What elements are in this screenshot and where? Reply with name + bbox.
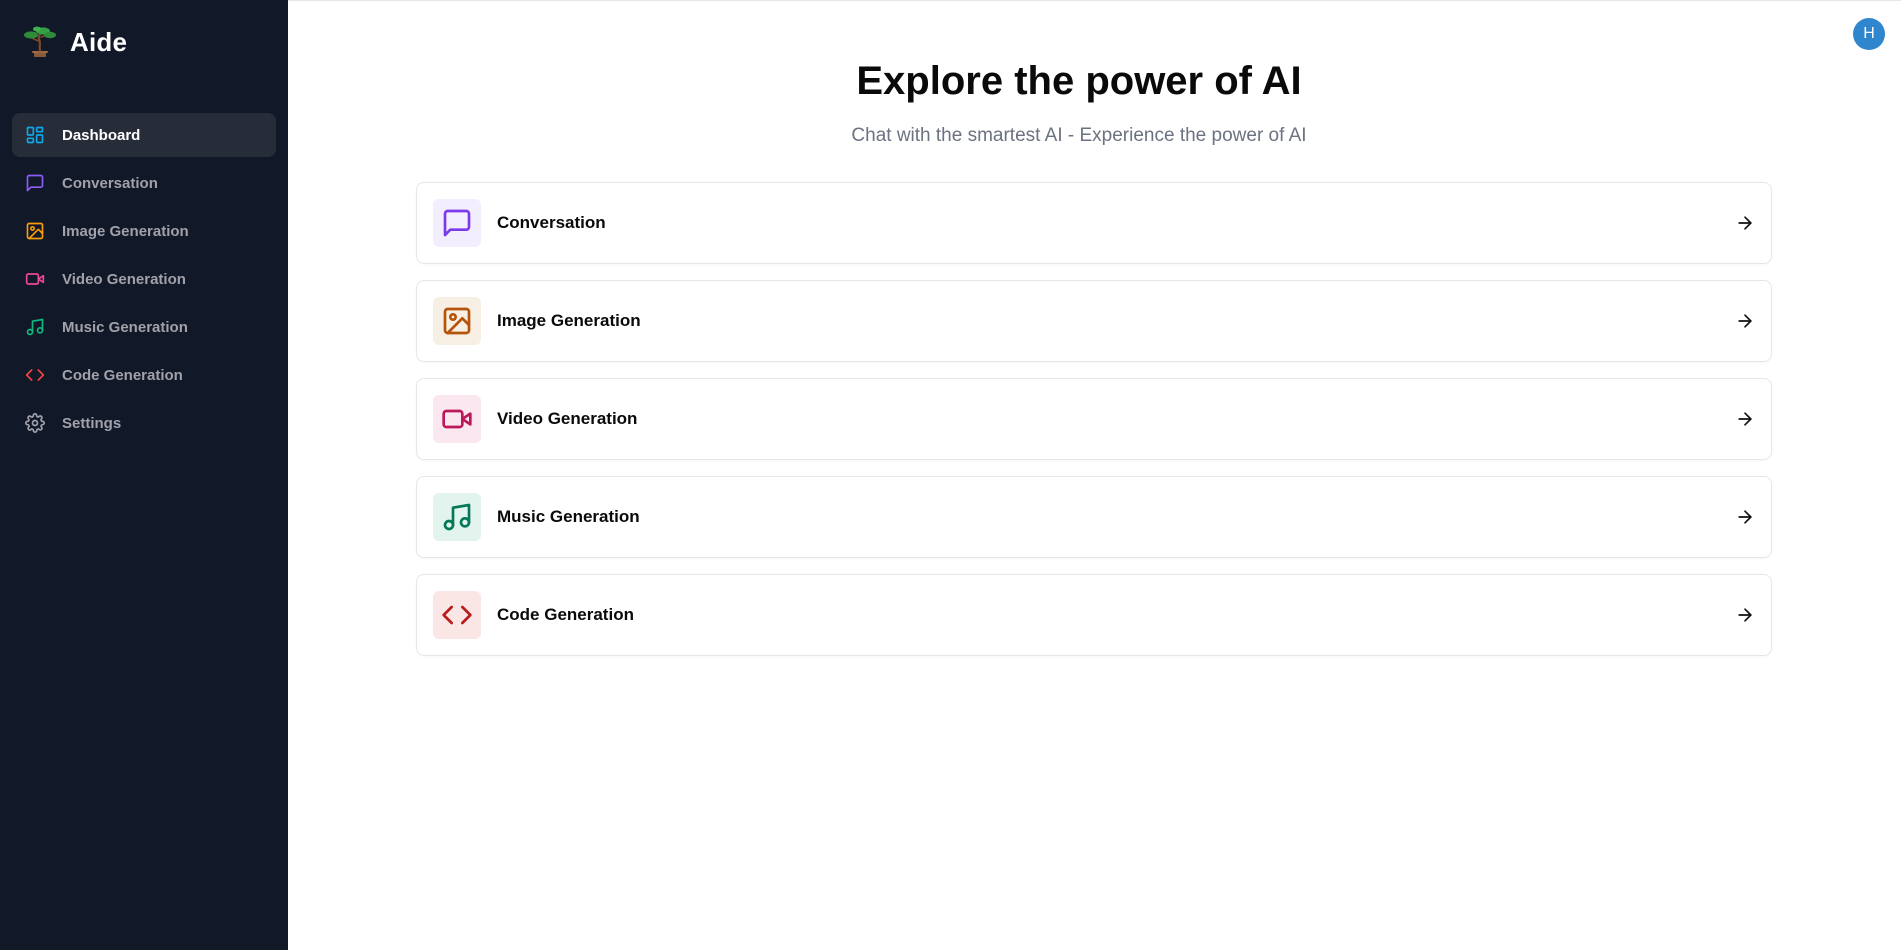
sidebar-item-image-generation[interactable]: Image Generation	[12, 209, 276, 253]
music-icon	[25, 317, 45, 337]
arrow-right-icon	[1735, 213, 1755, 233]
arrow-right-icon	[1735, 507, 1755, 527]
user-avatar[interactable]: H	[1853, 18, 1885, 50]
sidebar-item-label: Code Generation	[62, 366, 183, 384]
tool-card-label: Code Generation	[497, 605, 634, 624]
brand-name: Aide	[70, 26, 128, 57]
tool-card-image-generation[interactable]: Image Generation	[416, 280, 1772, 362]
tool-card-video-generation[interactable]: Video Generation	[416, 378, 1772, 460]
video-icon	[433, 395, 481, 443]
arrow-right-icon	[1735, 605, 1755, 625]
sidebar-item-label: Settings	[62, 414, 122, 432]
tool-card-label: Image Generation	[497, 311, 641, 330]
sidebar: Aide Dashboard Conversation Image Genera…	[0, 0, 288, 950]
bonsai-tree-icon	[24, 26, 56, 57]
image-icon	[25, 221, 45, 241]
tool-card-label: Video Generation	[497, 409, 638, 428]
message-square-icon	[433, 199, 481, 247]
tool-card-label: Conversation	[497, 213, 606, 232]
sidebar-item-settings[interactable]: Settings	[12, 401, 276, 445]
sidebar-nav: Dashboard Conversation Image Generation …	[12, 113, 276, 449]
main-content: H Explore the power of AI Chat with the …	[288, 0, 1901, 950]
sidebar-item-label: Dashboard	[62, 126, 141, 144]
code-icon	[25, 365, 45, 385]
avatar-initial: H	[1863, 25, 1875, 42]
message-square-icon	[25, 173, 45, 193]
arrow-right-icon	[1735, 311, 1755, 331]
page-title: Explore the power of AI	[856, 59, 1302, 103]
sidebar-item-dashboard[interactable]: Dashboard	[12, 113, 276, 157]
arrow-right-icon	[1735, 409, 1755, 429]
sidebar-item-conversation[interactable]: Conversation	[12, 161, 276, 205]
app-root: Aide Dashboard Conversation Image Genera…	[0, 0, 1901, 950]
page-subtitle: Chat with the smartest AI - Experience t…	[851, 125, 1307, 146]
sidebar-item-label: Music Generation	[62, 318, 188, 336]
image-icon	[433, 297, 481, 345]
sidebar-item-label: Image Generation	[62, 222, 189, 240]
brand[interactable]: Aide	[22, 24, 127, 60]
tool-card-music-generation[interactable]: Music Generation	[416, 476, 1772, 558]
tool-card-list: Conversation Image Generation Video Gene…	[416, 182, 1772, 672]
dashboard-icon	[25, 125, 45, 145]
settings-icon	[25, 413, 45, 433]
music-icon	[433, 493, 481, 541]
code-icon	[433, 591, 481, 639]
sidebar-item-label: Conversation	[62, 174, 158, 192]
tool-card-conversation[interactable]: Conversation	[416, 182, 1772, 264]
sidebar-item-label: Video Generation	[62, 270, 186, 288]
video-icon	[25, 269, 45, 289]
sidebar-item-music-generation[interactable]: Music Generation	[12, 305, 276, 349]
tool-card-label: Music Generation	[497, 507, 640, 526]
sidebar-item-code-generation[interactable]: Code Generation	[12, 353, 276, 397]
sidebar-item-video-generation[interactable]: Video Generation	[12, 257, 276, 301]
tool-card-code-generation[interactable]: Code Generation	[416, 574, 1772, 656]
